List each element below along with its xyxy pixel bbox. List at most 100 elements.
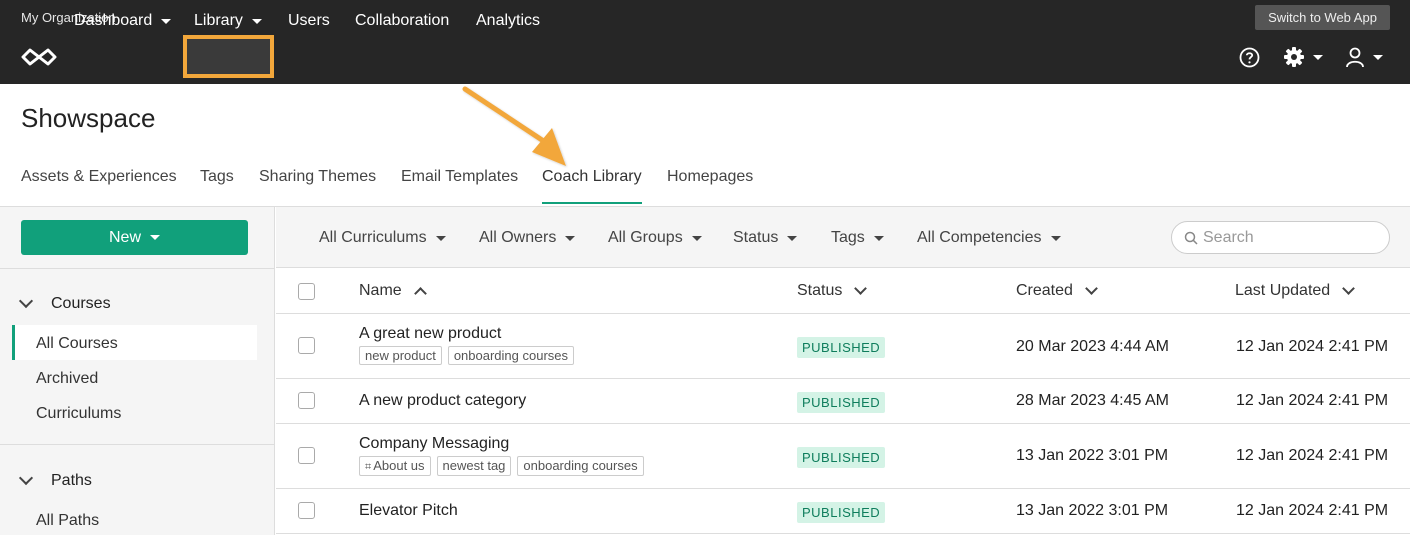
status-badge: PUBLISHED	[797, 447, 886, 468]
caret-down-icon	[251, 18, 262, 24]
nav-dashboard[interactable]: Dashboard	[74, 0, 172, 42]
help-button[interactable]	[1239, 46, 1260, 68]
logo-icon[interactable]	[21, 46, 57, 68]
column-created-label: Created	[1016, 282, 1073, 299]
filter-status[interactable]: Status	[733, 229, 798, 247]
gear-icon	[1284, 47, 1304, 67]
filter-groups[interactable]: All Groups	[608, 229, 702, 247]
tag-chip[interactable]: new product	[359, 346, 442, 365]
table-row[interactable]: A great new product new product onboardi…	[276, 314, 1410, 379]
tag-chip[interactable]: onboarding courses	[517, 456, 644, 476]
sidebar-item-archived[interactable]: Archived	[36, 370, 98, 388]
row-name[interactable]: A new product category	[359, 392, 526, 410]
column-status-header[interactable]: Status	[797, 282, 868, 300]
column-name-header[interactable]: Name	[359, 282, 427, 300]
updated-date: 12 Jan 2024 2:41 PM	[1236, 502, 1389, 519]
column-status-label: Status	[797, 282, 843, 299]
chevron-down-icon	[854, 282, 868, 295]
row-checkbox[interactable]	[298, 447, 315, 464]
created-date: 13 Jan 2022 3:01 PM	[1016, 447, 1169, 464]
nav-analytics[interactable]: Analytics	[476, 0, 540, 42]
caret-down-icon	[565, 235, 576, 241]
tag-chip-label: About us	[373, 458, 425, 473]
sidebar-item-all-courses[interactable]: All Courses	[36, 335, 118, 353]
row-name[interactable]: Company Messaging	[359, 435, 509, 453]
courses-section-toggle[interactable]: Courses	[18, 293, 111, 313]
status-badge: PUBLISHED	[797, 337, 886, 358]
settings-menu[interactable]	[1283, 46, 1323, 68]
sidebar: New Courses All Courses Archived Curricu…	[0, 207, 275, 535]
column-created-header[interactable]: Created	[1016, 282, 1098, 300]
status-badge: PUBLISHED	[797, 392, 886, 413]
filter-bar: All Curriculums All Owners All Groups St…	[276, 207, 1410, 268]
sidebar-divider	[0, 268, 275, 269]
top-bar: My Organization Switch to Web App Dashbo…	[0, 0, 1410, 84]
filter-owners[interactable]: All Owners	[479, 229, 576, 247]
caret-down-icon	[787, 235, 798, 241]
hashtag-icon: ⌗	[365, 461, 372, 473]
caret-down-icon	[873, 235, 884, 241]
row-name[interactable]: A great new product	[359, 325, 501, 343]
search-placeholder: Search	[1203, 228, 1254, 246]
search-input[interactable]: Search	[1171, 221, 1390, 254]
user-icon	[1346, 47, 1364, 67]
caret-down-icon	[1050, 235, 1061, 241]
nav-dashboard-label: Dashboard	[74, 12, 153, 29]
caret-down-icon	[161, 18, 172, 24]
tag-chip[interactable]: onboarding courses	[447, 346, 575, 365]
filter-competencies[interactable]: All Competencies	[917, 229, 1061, 247]
table-header: Name Status Created Last Updated	[276, 269, 1410, 314]
new-button-label: New	[108, 228, 141, 246]
sidebar-divider	[0, 444, 275, 445]
sort-ascending-icon	[413, 287, 427, 300]
nav-users[interactable]: Users	[288, 0, 330, 42]
user-menu[interactable]	[1345, 46, 1383, 68]
row-name[interactable]: Elevator Pitch	[359, 502, 458, 520]
tab-homepages[interactable]: Homepages	[667, 168, 753, 204]
row-checkbox[interactable]	[298, 502, 315, 519]
caret-down-icon	[1373, 54, 1383, 60]
tag-chip[interactable]: newest tag	[436, 456, 512, 476]
table-row[interactable]: Elevator Pitch PUBLISHED 13 Jan 2022 3:0…	[276, 489, 1410, 534]
sidebar-item-all-paths[interactable]: All Paths	[36, 512, 99, 530]
caret-down-icon	[691, 235, 702, 241]
caret-down-icon	[435, 235, 446, 241]
sidebar-item-curriculums[interactable]: Curriculums	[36, 405, 121, 423]
tab-assets-experiences[interactable]: Assets & Experiences	[21, 168, 177, 204]
tab-tags[interactable]: Tags	[200, 168, 234, 204]
created-date: 28 Mar 2023 4:45 AM	[1016, 392, 1169, 409]
column-last-updated-label: Last Updated	[1235, 282, 1331, 299]
paths-section-toggle[interactable]: Paths	[18, 470, 92, 490]
table-row[interactable]: Company Messaging ⌗ About us newest tag o…	[276, 424, 1410, 489]
select-all-checkbox[interactable]	[298, 283, 315, 300]
new-button[interactable]: New	[21, 220, 248, 255]
filter-competencies-label: All Competencies	[917, 229, 1042, 246]
nav-collaboration[interactable]: Collaboration	[355, 0, 449, 42]
search-icon	[1184, 231, 1198, 245]
courses-heading: Courses	[51, 295, 111, 312]
filter-owners-label: All Owners	[479, 229, 557, 246]
switch-to-web-app-button[interactable]: Switch to Web App	[1255, 5, 1390, 30]
tag-chip[interactable]: ⌗ About us	[359, 456, 431, 476]
filter-status-label: Status	[733, 229, 779, 246]
updated-date: 12 Jan 2024 2:41 PM	[1236, 447, 1389, 464]
filter-tags[interactable]: Tags	[831, 229, 884, 247]
chevron-down-icon	[18, 470, 34, 486]
chevron-down-icon	[1342, 282, 1356, 295]
updated-date: 12 Jan 2024 2:41 PM	[1236, 392, 1389, 409]
status-badge: PUBLISHED	[797, 502, 886, 523]
nav-library-label: Library	[194, 12, 243, 29]
row-checkbox[interactable]	[298, 337, 315, 354]
table-row[interactable]: A new product category PUBLISHED 28 Mar …	[276, 379, 1410, 424]
nav-library[interactable]: Library	[194, 0, 262, 42]
caret-down-icon	[1313, 54, 1323, 60]
tab-sharing-themes[interactable]: Sharing Themes	[259, 168, 376, 204]
filter-curriculums-label: All Curriculums	[319, 229, 427, 246]
filter-curriculums[interactable]: All Curriculums	[319, 229, 446, 247]
help-icon	[1239, 47, 1260, 67]
chevron-down-icon	[1085, 282, 1098, 295]
row-checkbox[interactable]	[298, 392, 315, 409]
paths-heading: Paths	[51, 472, 92, 489]
column-last-updated-header[interactable]: Last Updated	[1235, 282, 1356, 300]
created-date: 13 Jan 2022 3:01 PM	[1016, 502, 1169, 519]
